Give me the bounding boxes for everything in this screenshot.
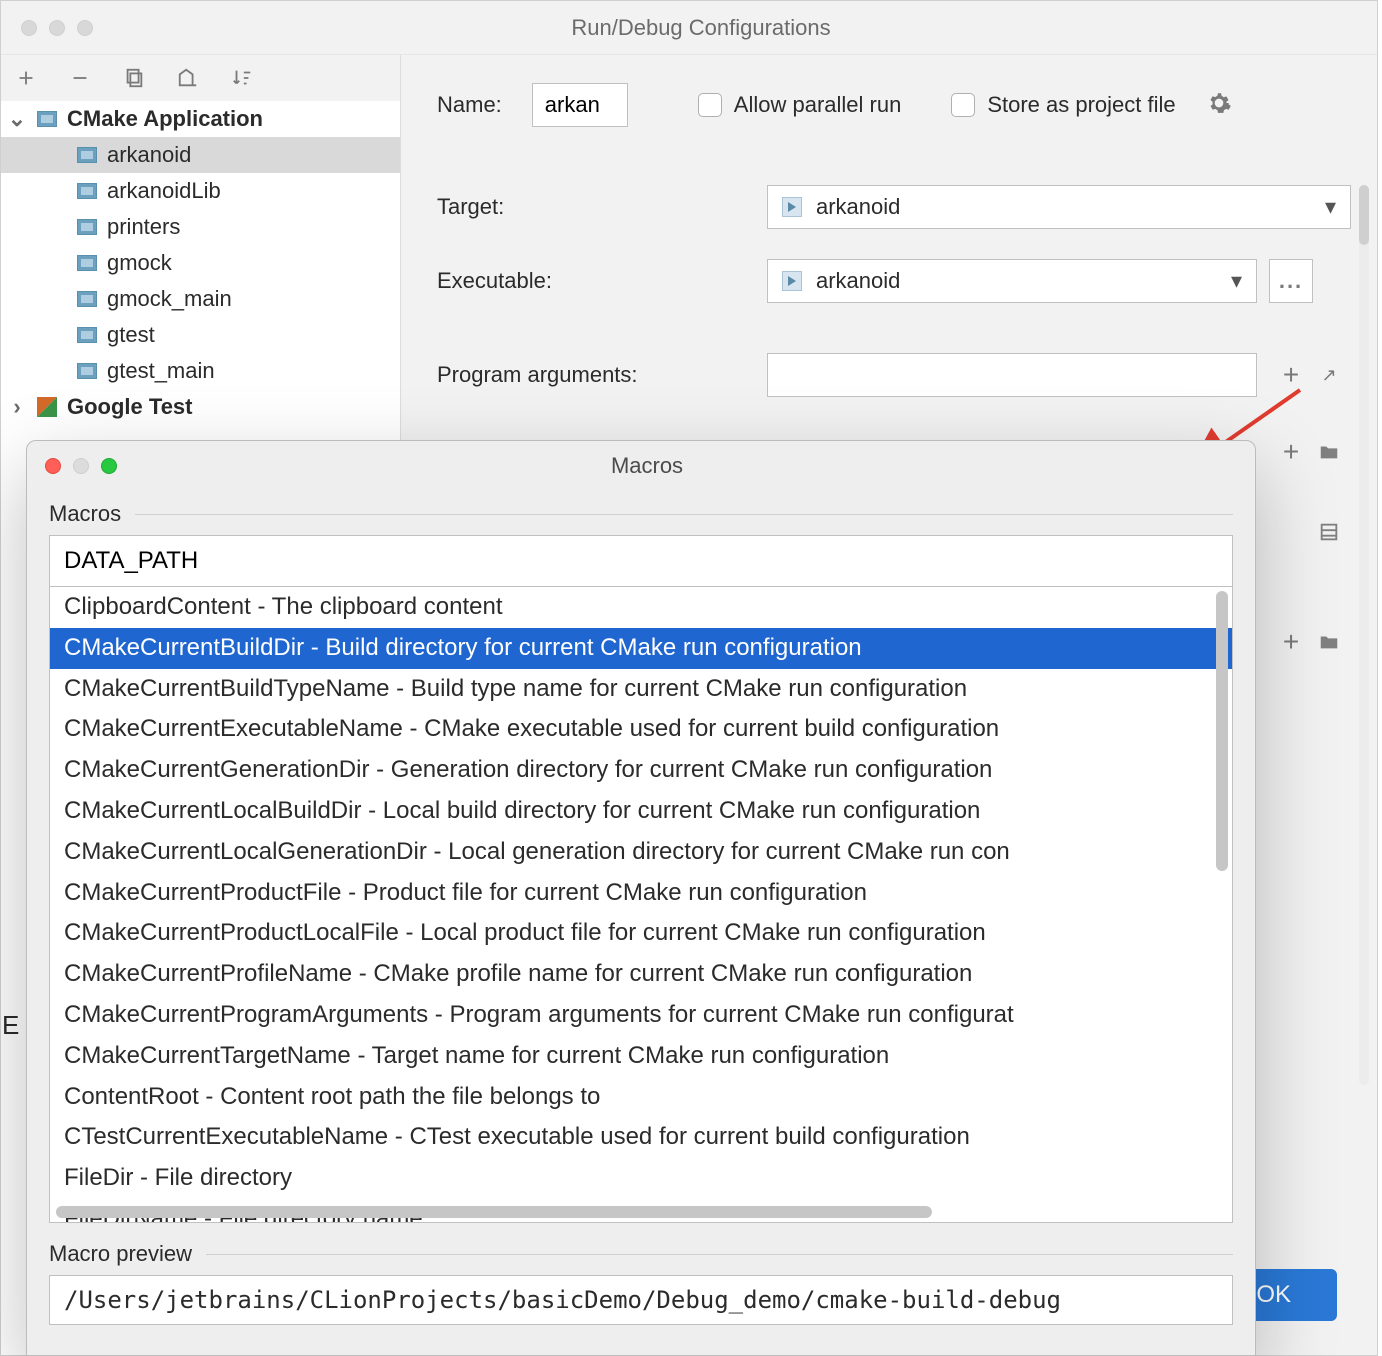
config-icon [77, 291, 97, 307]
macro-list-item[interactable]: CMakeCurrentBuildDir - Build directory f… [50, 628, 1232, 669]
sort-config-icon[interactable] [229, 65, 255, 91]
tree-item-gtest_main[interactable]: gtest_main [1, 353, 400, 389]
macros-section-label: Macros [49, 501, 1233, 527]
configurations-tree[interactable]: ⌄ CMake Application arkanoid arkanoidLib p… [1, 101, 400, 425]
vertical-scrollbar[interactable] [1216, 591, 1228, 871]
executable-select[interactable]: arkanoid ▾ [767, 259, 1257, 303]
macros-window: Macros Macros ClipboardContent - The cli… [26, 440, 1256, 1356]
tree-group-gtest[interactable]: › Google Test [1, 389, 400, 425]
fg-titlebar: Macros [27, 441, 1255, 491]
tree-group-label: Google Test [67, 394, 193, 420]
window-controls [45, 458, 117, 474]
tree-item-printers[interactable]: printers [1, 209, 400, 245]
target-icon [782, 197, 802, 217]
macro-list-item[interactable]: CMakeCurrentProfileName - CMake profile … [50, 954, 1232, 995]
macro-list-item[interactable]: CMakeCurrentProductLocalFile - Local pro… [50, 913, 1232, 954]
remove-config-icon[interactable] [67, 65, 93, 91]
minimize-window-icon[interactable] [49, 20, 65, 36]
tree-item-gtest[interactable]: gtest [1, 317, 400, 353]
close-window-icon[interactable] [21, 20, 37, 36]
macro-list-item[interactable]: CMakeCurrentGenerationDir - Generation d… [50, 750, 1232, 791]
close-window-icon[interactable] [45, 458, 61, 474]
tree-item-arkanoidLib[interactable]: arkanoidLib [1, 173, 400, 209]
expand-field-button[interactable]: ↗ [1307, 353, 1351, 397]
cutoff-letter: E [2, 1010, 19, 1041]
executable-label: Executable: [437, 268, 767, 294]
google-test-icon [37, 397, 57, 417]
macro-list-item[interactable]: CMakeCurrentBuildTypeName - Build type n… [50, 669, 1232, 710]
tree-item-label: printers [107, 214, 180, 240]
browse-folder-button-2[interactable] [1307, 620, 1351, 664]
tree-group-cmake[interactable]: ⌄ CMake Application [1, 101, 400, 137]
tree-item-label: gtest_main [107, 358, 215, 384]
name-label: Name: [437, 92, 502, 118]
save-config-icon[interactable] [175, 65, 201, 91]
tree-item-label: gtest [107, 322, 155, 348]
env-vars-button[interactable] [1307, 510, 1351, 554]
tree-group-label: CMake Application [67, 106, 263, 132]
config-icon [77, 327, 97, 343]
tree-item-gmock[interactable]: gmock [1, 245, 400, 281]
copy-config-icon[interactable] [121, 65, 147, 91]
executable-icon [782, 271, 802, 291]
checkbox-icon [698, 93, 722, 117]
chevron-right-icon: › [7, 394, 27, 420]
config-icon [77, 219, 97, 235]
name-input[interactable] [532, 83, 628, 127]
browse-executable-button[interactable]: ... [1269, 259, 1313, 303]
macro-list-item[interactable]: CMakeCurrentExecutableName - CMake execu… [50, 709, 1232, 750]
tree-item-label: gmock [107, 250, 172, 276]
window-controls [21, 20, 93, 36]
minimize-window-icon[interactable] [73, 458, 89, 474]
checkbox-label: Store as project file [987, 92, 1175, 118]
zoom-window-icon[interactable] [77, 20, 93, 36]
executable-value: arkanoid [816, 268, 900, 294]
config-icon [77, 147, 97, 163]
add-config-icon[interactable] [13, 65, 39, 91]
macro-list-item[interactable]: CMakeCurrentProgramArguments - Program a… [50, 995, 1232, 1036]
allow-parallel-run-checkbox[interactable]: Allow parallel run [698, 92, 902, 118]
vertical-scrollbar[interactable] [1359, 185, 1369, 1085]
store-as-project-file-checkbox[interactable]: Store as project file [951, 92, 1175, 118]
tree-item-label: gmock_main [107, 286, 232, 312]
bg-titlebar: Run/Debug Configurations [1, 1, 1377, 55]
macro-preview-label: Macro preview [49, 1241, 1233, 1267]
chevron-down-icon: ▾ [1231, 268, 1242, 294]
macro-list-item[interactable]: CMakeCurrentLocalGenerationDir - Local g… [50, 832, 1232, 873]
config-icon [77, 363, 97, 379]
checkbox-label: Allow parallel run [734, 92, 902, 118]
target-label: Target: [437, 194, 767, 220]
tree-item-label: arkanoidLib [107, 178, 221, 204]
horizontal-scrollbar[interactable] [56, 1206, 932, 1218]
macros-list[interactable]: ClipboardContent - The clipboard content… [49, 587, 1233, 1223]
macro-list-item[interactable]: FileDir - File directory [50, 1158, 1232, 1199]
sidebar-toolbar [1, 55, 400, 101]
macro-list-item[interactable]: ContentRoot - Content root path the file… [50, 1077, 1232, 1118]
window-title: Macros [117, 453, 1177, 479]
tree-item-arkanoid[interactable]: arkanoid [1, 137, 400, 173]
macro-list-item[interactable]: CMakeCurrentTargetName - Target name for… [50, 1036, 1232, 1077]
tree-item-gmock_main[interactable]: gmock_main [1, 281, 400, 317]
target-value: arkanoid [816, 194, 900, 220]
tree-item-label: arkanoid [107, 142, 191, 168]
macro-search-input[interactable] [49, 535, 1233, 587]
target-select[interactable]: arkanoid ▾ [767, 185, 1351, 229]
program-arguments-input[interactable] [767, 353, 1257, 397]
config-icon [77, 183, 97, 199]
macro-preview-value: /Users/jetbrains/CLionProjects/basicDemo… [49, 1275, 1233, 1325]
zoom-window-icon[interactable] [101, 458, 117, 474]
macro-list-item[interactable]: ClipboardContent - The clipboard content [50, 587, 1232, 628]
macro-list-item[interactable]: CMakeCurrentLocalBuildDir - Local build … [50, 791, 1232, 832]
window-title: Run/Debug Configurations [105, 15, 1297, 41]
chevron-down-icon: ▾ [1325, 194, 1336, 220]
macro-list-item[interactable]: CTestCurrentExecutableName - CTest execu… [50, 1117, 1232, 1158]
cmake-app-icon [37, 111, 57, 127]
gear-icon[interactable] [1206, 90, 1232, 121]
config-icon [77, 255, 97, 271]
browse-folder-button[interactable] [1307, 430, 1351, 474]
checkbox-icon [951, 93, 975, 117]
program-arguments-label: Program arguments: [437, 362, 767, 388]
chevron-down-icon: ⌄ [7, 106, 27, 132]
macro-list-item[interactable]: CMakeCurrentProductFile - Product file f… [50, 873, 1232, 914]
